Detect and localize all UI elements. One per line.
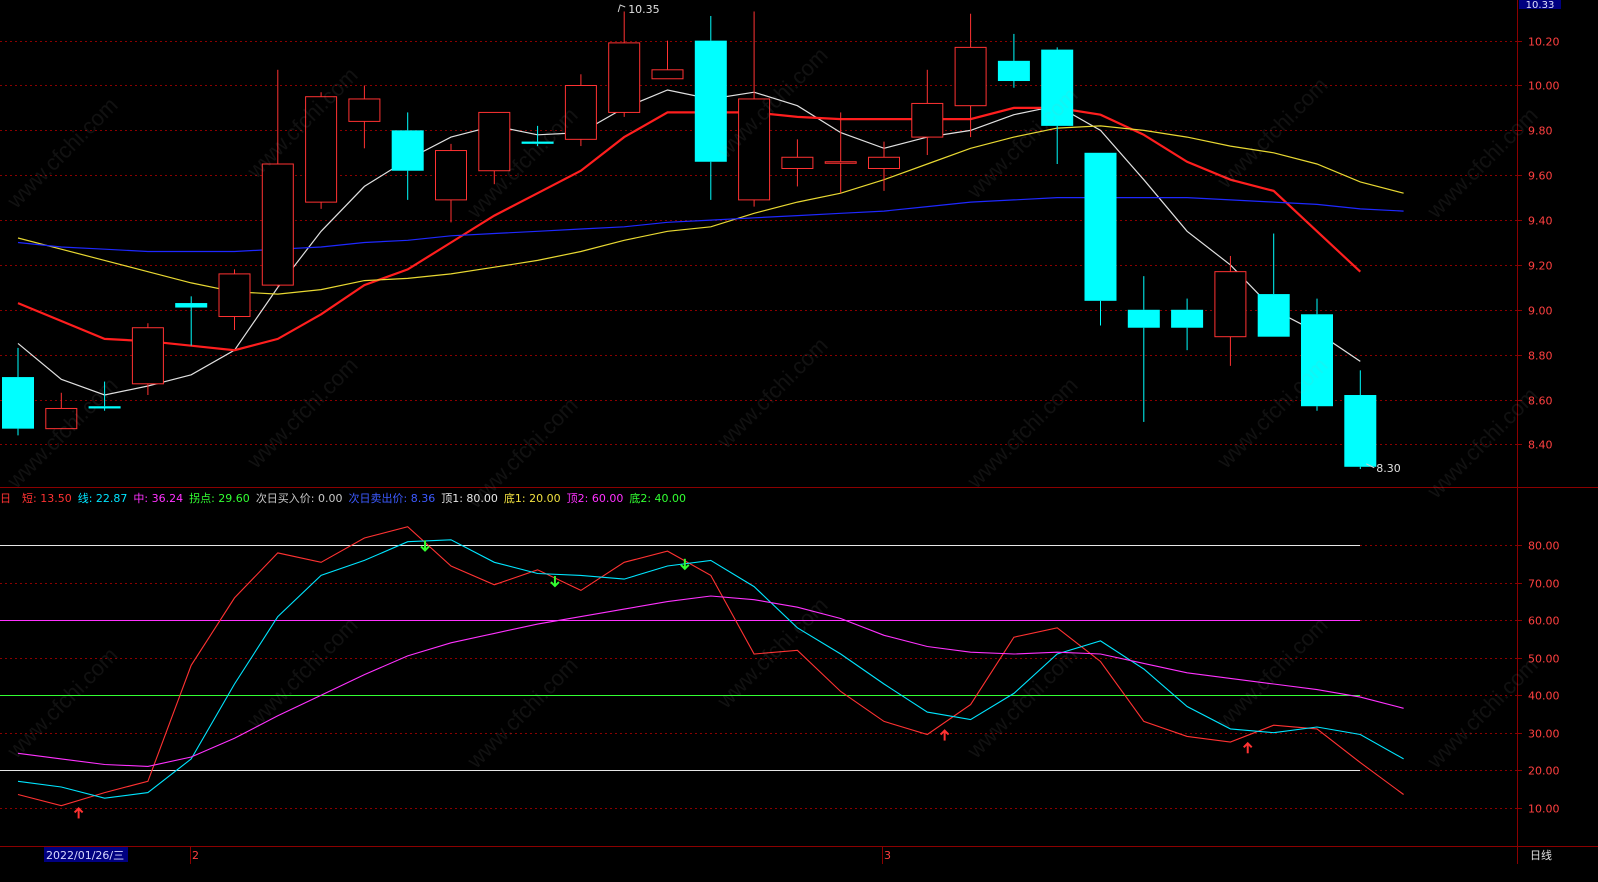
candle[interactable] [1084,152,1117,326]
candle-body [261,163,294,286]
price-tick-label: 8.80 [1528,350,1553,363]
legend-item: 中: 36.24 [133,492,183,505]
candle-body [954,46,987,107]
candle-body [435,150,467,201]
candle-body [218,273,251,318]
candle-body [651,69,684,80]
candle-body [868,156,900,169]
top-price-text: 10.33 [1526,0,1555,11]
indicator-tick-label: 10.00 [1528,803,1560,816]
indicator-tick-label: 20.00 [1528,765,1560,778]
candle-body [911,102,944,138]
indicator-tick-label: 50.00 [1528,653,1560,666]
candle-body [391,130,424,171]
candle-body [1214,271,1247,338]
price-tick-label: 9.20 [1528,260,1553,273]
candle-body [1171,309,1204,328]
indicator-tick-label: 80.00 [1528,540,1560,553]
legend-item: 底2: 40.00 [629,491,686,505]
candle-body [564,85,597,140]
month-marker-mar: 3 [884,849,891,862]
price-tick-label: 10.20 [1528,36,1560,49]
legend-item: 底1: 20.00 [504,491,561,505]
price-tick-label: 10.00 [1528,80,1560,93]
candle-body [738,98,771,201]
candle-body [2,377,34,429]
candle[interactable] [1301,298,1333,411]
candle-body [781,156,814,169]
low-price-label: 8.30 [1376,462,1401,475]
price-tick-label: 8.60 [1528,395,1553,408]
candle-body [824,161,857,164]
legend-item: 顶2: 60.00 [567,492,624,505]
stock-chart: 8.40 8.60 8.80 9.00 9.20 9.40 9.60 9.80 10.00 10.… [0,0,1598,882]
candle-body [131,327,164,385]
candle-body [45,407,78,430]
period-label[interactable]: 日线 [1530,848,1552,862]
candle-body [1127,309,1160,328]
candle[interactable] [564,74,597,147]
candle-body [997,60,1030,82]
price-tick-label: 8.40 [1528,439,1553,452]
legend-item: 次日买入价: 0.00 [256,491,343,505]
candle-body [1041,49,1074,126]
indicator-tick-label: 60.00 [1528,615,1560,628]
candle-body [1084,152,1117,301]
price-tick-label: 9.40 [1528,215,1553,228]
candle-body [1257,294,1290,337]
candle-body [478,111,511,172]
indicator-legend: 短: 13.50 线: 22.87 中: 36.24 拐点: 29.60 次日买入价: … [22,491,686,505]
legend-item: 次日卖出价: 8.36 [349,491,436,505]
candle-body [1301,314,1333,407]
candle-body [521,141,554,144]
price-tick-label: 9.00 [1528,305,1553,318]
date-label: 2022/01/26/三 [46,849,124,862]
legend-item: 短: 13.50 [22,491,72,505]
candle-body [305,96,338,203]
indicator-tick-label: 70.00 [1528,578,1560,591]
candle-body [175,303,208,308]
month-marker-feb: 2 [192,849,199,862]
candle-body [694,40,727,162]
legend-item: 顶1: 80.00 [441,492,498,505]
candle-body [348,98,381,122]
price-tick-label: 9.80 [1528,125,1553,138]
candle-body [88,406,121,409]
legend-leading-mark: 日 [0,492,11,505]
candle[interactable] [131,323,164,396]
candle[interactable] [305,92,338,209]
price-tick-label: 9.60 [1528,170,1553,183]
candle-body [1344,395,1377,467]
indicator-tick-label: 40.00 [1528,690,1560,703]
indicator-tick-label: 30.00 [1528,728,1560,741]
legend-item: 线: 22.87 [78,491,128,505]
high-price-label: 10.35 [628,3,660,16]
candle-body [608,42,641,113]
legend-item: 拐点: 29.60 [189,491,250,505]
